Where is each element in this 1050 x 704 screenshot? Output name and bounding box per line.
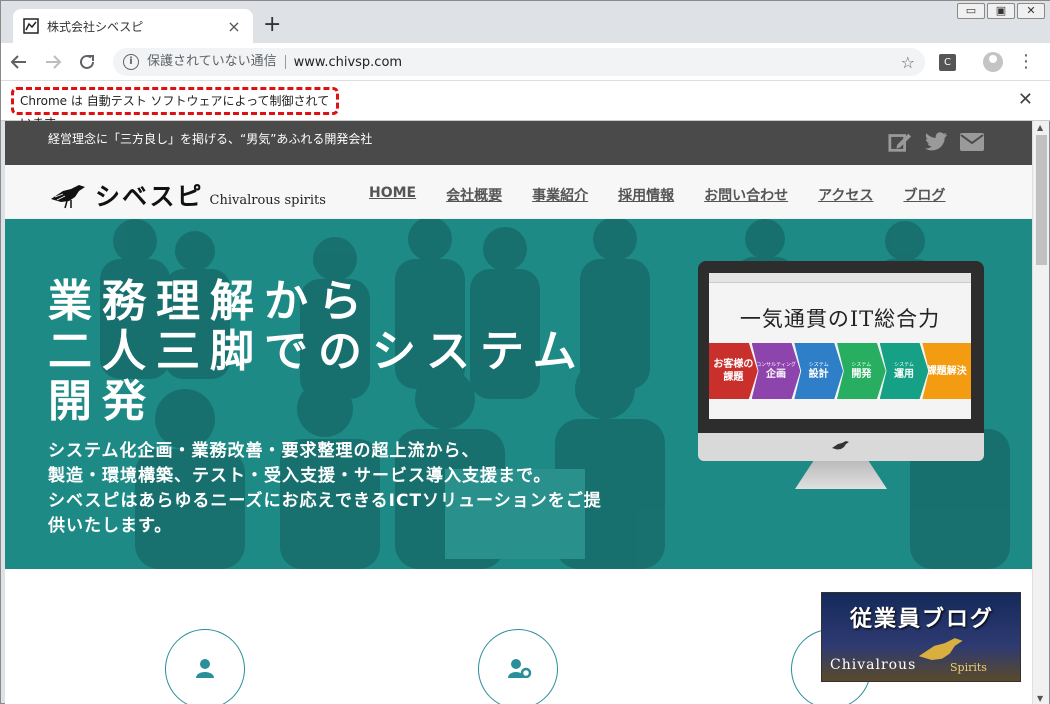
site-topbar: 経営理念に「三方良し」を掲げる、“男気”あふれる開発会社 (5, 121, 1032, 165)
logo-name: シベスピ (95, 182, 204, 211)
desc-line-1: システム化企画・業務改善・要求整理の超上流から、 (48, 441, 480, 461)
nav-blog[interactable]: ブログ (903, 185, 945, 205)
automation-infobar: Chrome は 自動テスト ソフトウェアによって制御されています。 ✕ (1, 81, 1050, 130)
desc-line-4: 供いたします。 (48, 516, 173, 536)
edit-icon[interactable] (888, 131, 912, 153)
forward-arrow-icon (46, 54, 62, 69)
main-nav: HOME 会社概要 事業紹介 採用情報 お問い合わせ アクセス ブログ (369, 185, 975, 205)
hero-headline: 業務理解から 二人三脚でのシステム 開発 (48, 277, 587, 427)
site-logo[interactable]: シベスピ Chivalrous spirits (49, 177, 326, 213)
security-status: 保護されていない通信 (147, 55, 286, 69)
maximize-button[interactable]: ▣ (987, 3, 1015, 19)
profile-avatar[interactable] (983, 52, 1003, 72)
tab-title: 株式会社シベスピ (47, 19, 144, 34)
step-issue: お客様の課題 (709, 343, 758, 399)
user-gear-icon (508, 659, 532, 678)
page-scrollbar[interactable]: ▲ ▼ (1032, 121, 1049, 704)
tab-close-icon[interactable]: × (225, 17, 243, 36)
desc-line-3: シベスピはあらゆるニーズにお応えできるICTソリューションをご提 (48, 491, 602, 511)
tab-strip: 株式会社シベスピ × + ▭ ▣ ✕ (1, 1, 1050, 43)
address-bar[interactable]: i 保護されていない通信 www.chivsp.com ☆ (113, 48, 925, 76)
headline-line-1: 業務理解から (48, 276, 372, 327)
new-tab-button[interactable]: + (263, 13, 281, 37)
browser-toolbar: i 保護されていない通信 www.chivsp.com ☆ C ⋮ (1, 43, 1050, 81)
browser-tab[interactable]: 株式会社シベスピ × (13, 9, 253, 43)
nav-home[interactable]: HOME (369, 185, 416, 205)
info-icon[interactable]: i (123, 54, 139, 70)
monitor-chin (698, 433, 984, 461)
forward-button[interactable] (37, 46, 69, 78)
close-window-button[interactable]: ✕ (1017, 3, 1045, 19)
back-arrow-icon (10, 54, 26, 69)
user-icon (196, 659, 214, 678)
blog-banner-sub2: Spirits (950, 661, 987, 674)
desc-line-2: 製造・環境構築、テスト・受入支援・サービス導入支援まで。 (48, 466, 552, 486)
minimize-button[interactable]: ▭ (957, 3, 985, 19)
extension-icon[interactable]: C (939, 54, 956, 71)
hero-section: 業務理解から 二人三脚でのシステム 開発 システム化企画・業務改善・要求整理の超… (5, 219, 1032, 569)
site-navbar: シベスピ Chivalrous spirits HOME 会社概要 事業紹介 採… (5, 165, 1032, 219)
headline-line-2: 二人三脚でのシステム (48, 326, 587, 377)
blog-banner-title: 従業員ブログ (849, 607, 994, 632)
monitor-stand (795, 461, 887, 489)
crow-logo-icon (51, 185, 85, 209)
reload-button[interactable] (71, 46, 103, 78)
company-motto: 経営理念に「三方良し」を掲げる、“男気”あふれる開発会社 (48, 132, 373, 146)
infobar-close-icon[interactable]: ✕ (1018, 89, 1033, 110)
step-design: システム 設計 (794, 343, 844, 399)
headline-line-3: 開発 (48, 376, 156, 427)
back-button[interactable] (3, 46, 35, 78)
scroll-up-icon[interactable]: ▲ (1037, 123, 1043, 132)
feature-circle-1[interactable] (165, 629, 245, 704)
window-controls: ▭ ▣ ✕ (957, 3, 1045, 19)
scrollbar-thumb[interactable] (1036, 135, 1047, 265)
infobar-message: Chrome は 自動テスト ソフトウェアによって制御されています。 (11, 87, 339, 130)
hero-description: システム化企画・業務改善・要求整理の超上流から、 製造・環境構築、テスト・受入支… (48, 439, 602, 539)
browser-menu-icon[interactable]: ⋮ (1017, 51, 1035, 72)
nav-contact[interactable]: お問い合わせ (704, 185, 788, 205)
process-steps: お客様の課題 コンサルティング 企画 システム 設計 システム 開発 システム 運用 課… (709, 343, 972, 399)
url-text[interactable]: www.chivsp.com (294, 55, 901, 70)
feature-circle-2[interactable] (478, 629, 558, 704)
reload-icon (80, 54, 94, 69)
step-development: システム 開発 (837, 343, 886, 399)
browser-window: 株式会社シベスピ × + ▭ ▣ ✕ i 保護されていない通信 www.chiv… (0, 0, 1050, 704)
step-solution: 課題解決 (922, 343, 972, 399)
nav-recruit[interactable]: 採用情報 (618, 185, 674, 205)
logo-subtitle: Chivalrous spirits (209, 192, 326, 208)
nav-access[interactable]: アクセス (818, 185, 873, 205)
step-planning: コンサルティング 企画 (751, 343, 801, 399)
page-viewport: 経営理念に「三方良し」を掲げる、“男気”あふれる開発会社 シベスピ Chival… (5, 121, 1032, 704)
monitor-tagline: 一気通貫のIT総合力 (739, 307, 941, 331)
step-operation: システム 運用 (879, 343, 929, 399)
monitor-illustration: 一気通貫のIT総合力 お客様の課題 コンサルティング 企画 システム 設計 システム… (698, 261, 984, 493)
mail-icon[interactable] (960, 131, 984, 153)
scroll-down-icon[interactable]: ▼ (1037, 694, 1043, 703)
social-links (888, 131, 984, 153)
crow-small-icon (832, 441, 849, 450)
nav-company[interactable]: 会社概要 (446, 185, 502, 205)
blog-banner-sub1: Chivalrous (830, 657, 917, 673)
bookmark-star-icon[interactable]: ☆ (901, 53, 915, 72)
favicon-icon (23, 18, 39, 34)
nav-business[interactable]: 事業紹介 (532, 185, 588, 205)
twitter-icon[interactable] (924, 131, 948, 153)
employee-blog-banner[interactable]: 従業員ブログ Chivalrous Spirits (821, 592, 1021, 682)
